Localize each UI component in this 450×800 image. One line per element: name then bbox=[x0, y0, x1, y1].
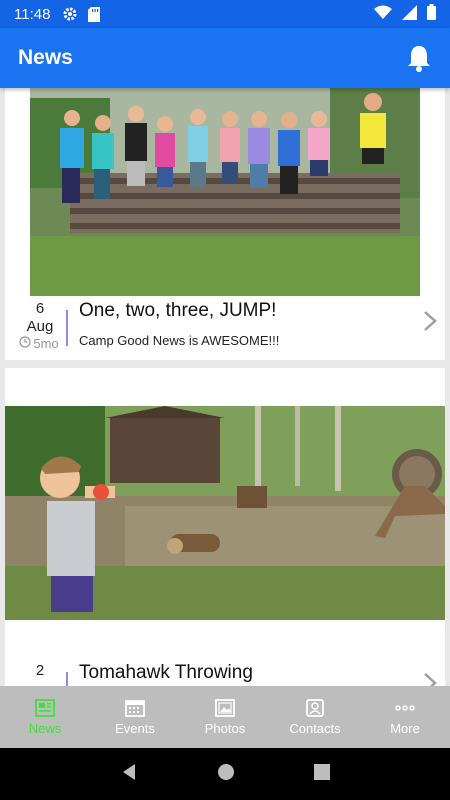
news-photo[interactable] bbox=[5, 406, 445, 620]
signal-icon bbox=[402, 4, 417, 24]
nav-more[interactable]: More bbox=[360, 686, 450, 748]
back-icon[interactable] bbox=[120, 763, 138, 786]
recents-icon[interactable] bbox=[314, 763, 331, 785]
clock-icon bbox=[19, 336, 31, 351]
nav-contacts-label: Contacts bbox=[289, 720, 341, 736]
nav-contacts[interactable]: Contacts bbox=[270, 686, 360, 748]
system-navigation bbox=[0, 748, 450, 800]
news-meta[interactable]: 6 Aug 5mo One, two, three, JUMP! Camp Go… bbox=[5, 300, 445, 356]
status-bar: 11:48 bbox=[0, 0, 450, 28]
nav-photos-label: Photos bbox=[204, 720, 246, 736]
post-month: Aug bbox=[26, 318, 54, 335]
news-feed[interactable]: 6 Aug 5mo One, two, three, JUMP! Camp Go… bbox=[0, 88, 450, 686]
calendar-icon bbox=[125, 699, 145, 717]
post-date: 6 Aug 5mo bbox=[5, 300, 65, 351]
app-bar: News bbox=[0, 28, 450, 88]
bottom-navigation: News Events Photos Contacts More bbox=[0, 686, 450, 748]
nav-news[interactable]: News bbox=[0, 686, 90, 748]
divider bbox=[66, 672, 68, 686]
news-meta[interactable]: 2 Tomahawk Throwing bbox=[5, 662, 445, 686]
nav-photos[interactable]: Photos bbox=[180, 686, 270, 748]
nav-events[interactable]: Events bbox=[90, 686, 180, 748]
nav-news-label: News bbox=[28, 720, 62, 736]
post-day: 6 bbox=[35, 300, 45, 317]
contact-icon bbox=[305, 698, 325, 717]
more-icon bbox=[394, 699, 416, 717]
divider bbox=[66, 310, 68, 346]
nav-events-label: Events bbox=[115, 720, 155, 736]
battery-icon bbox=[427, 4, 436, 24]
settings-icon bbox=[62, 6, 78, 22]
sd-card-icon bbox=[88, 6, 101, 22]
post-age: 5mo bbox=[13, 336, 65, 351]
news-icon bbox=[35, 698, 55, 717]
post-date: 2 bbox=[5, 662, 65, 680]
chevron-right-icon[interactable] bbox=[423, 310, 437, 337]
nav-more-label: More bbox=[390, 720, 420, 736]
status-time: 11:48 bbox=[14, 5, 51, 23]
news-card[interactable]: 6 Aug 5mo One, two, three, JUMP! Camp Go… bbox=[5, 88, 445, 360]
page-title: News bbox=[18, 46, 73, 69]
post-subtitle: Camp Good News is AWESOME!!! bbox=[79, 333, 280, 348]
post-title: Tomahawk Throwing bbox=[79, 662, 253, 683]
chevron-right-icon[interactable] bbox=[423, 672, 437, 686]
post-age-text: 5mo bbox=[33, 336, 59, 351]
news-photo[interactable] bbox=[30, 88, 420, 296]
home-icon[interactable] bbox=[217, 763, 235, 786]
post-day: 2 bbox=[35, 662, 45, 679]
news-card[interactable]: 2 Tomahawk Throwing bbox=[5, 368, 445, 686]
bell-icon[interactable] bbox=[406, 44, 432, 72]
post-title: One, two, three, JUMP! bbox=[79, 300, 277, 321]
photo-icon bbox=[215, 698, 235, 717]
wifi-icon bbox=[374, 5, 392, 23]
